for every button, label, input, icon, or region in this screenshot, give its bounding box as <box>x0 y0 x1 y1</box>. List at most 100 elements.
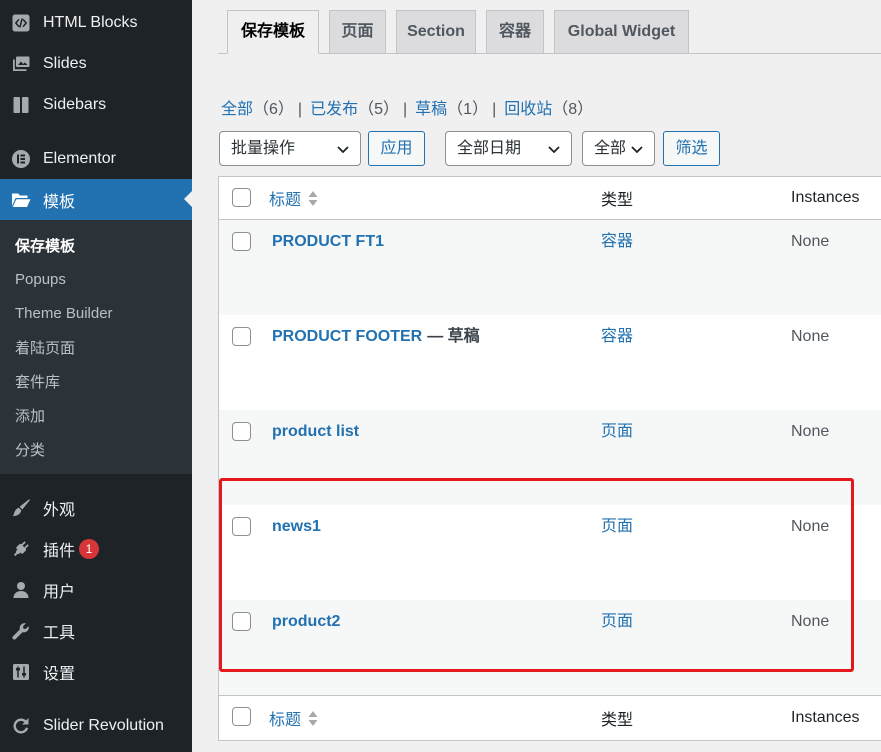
admin-sidebar: HTML Blocks Slides Sidebars Elementor 模板… <box>0 0 192 752</box>
menu-label: 用户 <box>43 583 76 601</box>
submenu-item-landing-pages[interactable]: 着陆页面 <box>0 330 192 364</box>
template-title-link[interactable]: PRODUCT FT1 <box>272 233 384 250</box>
table-header: 标题 类型 Instances <box>219 177 881 220</box>
template-type-link[interactable]: 容器 <box>601 231 633 253</box>
submenu-item-categories[interactable]: 分类 <box>0 432 192 466</box>
submenu-item-add-new[interactable]: 添加 <box>0 398 192 432</box>
folder-open-icon <box>11 190 31 210</box>
sort-icon <box>308 190 318 206</box>
main-content: 保存模板 页面 Section 容器 Global Widget 全部（6） | 已… <box>192 0 881 752</box>
row-checkbox[interactable] <box>232 327 251 346</box>
sort-icon <box>308 710 318 726</box>
view-separator: | <box>297 101 303 118</box>
view-count: （6） <box>253 101 294 118</box>
submenu-item-saved-templates[interactable]: 保存模板 <box>0 228 192 262</box>
view-count: （1） <box>447 101 489 118</box>
template-instances: None <box>791 233 830 250</box>
bulk-action-value: 批量操作 <box>231 140 296 157</box>
template-instances: None <box>791 423 830 440</box>
submenu-item-popups[interactable]: Popups <box>0 262 192 296</box>
view-count: （8） <box>552 101 594 118</box>
type-filter-select[interactable]: 全部 <box>582 131 655 166</box>
menu-label: Slider Revolution <box>43 716 164 734</box>
tab-global-widget[interactable]: Global Widget <box>554 10 689 54</box>
tab-pages[interactable]: 页面 <box>329 10 386 54</box>
menu-item-users[interactable]: 用户 <box>0 569 192 610</box>
menu-label: 插件 <box>43 542 76 560</box>
status-views: 全部（6） | 已发布（5） | 草稿（1） | 回收站（8） <box>221 99 593 121</box>
view-drafts-link[interactable]: 草稿（1） <box>415 101 488 118</box>
bulk-action-select[interactable]: 批量操作 <box>219 131 361 166</box>
template-title-link[interactable]: product list <box>272 423 359 440</box>
wrench-icon <box>11 621 31 641</box>
date-filter-value: 全部日期 <box>457 140 522 157</box>
template-type-link[interactable]: 容器 <box>601 326 633 348</box>
type-filter-value: 全部 <box>594 140 627 157</box>
menu-item-slides[interactable]: Slides <box>0 43 192 84</box>
current-menu-arrow <box>176 191 192 207</box>
column-title-label: 标题 <box>269 712 302 729</box>
menu-separator <box>0 692 192 705</box>
template-type-tabs: 保存模板 页面 Section 容器 Global Widget <box>218 10 881 54</box>
tab-section[interactable]: Section <box>396 10 476 54</box>
menu-item-settings[interactable]: 设置 <box>0 651 192 692</box>
row-checkbox[interactable] <box>232 422 251 441</box>
view-separator: | <box>403 101 408 118</box>
row-title: PRODUCT FT1 <box>272 231 384 253</box>
highlight-annotation-box <box>219 478 854 672</box>
column-title-sort[interactable]: 标题 <box>269 177 318 219</box>
user-icon <box>11 580 31 600</box>
view-all-link[interactable]: 全部（6） <box>221 101 294 118</box>
menu-item-templates[interactable]: 模板 <box>0 179 192 220</box>
view-count: （5） <box>358 101 399 118</box>
submenu-item-kit-library[interactable]: 套件库 <box>0 364 192 398</box>
view-label: 草稿 <box>415 101 448 118</box>
table-footer: 标题 类型 Instances <box>219 695 881 740</box>
menu-separator <box>0 474 192 487</box>
view-trash-link[interactable]: 回收站（8） <box>504 101 593 118</box>
column-instances-label: Instances <box>791 189 860 206</box>
template-type-link[interactable]: 页面 <box>601 421 633 443</box>
tab-saved-templates[interactable]: 保存模板 <box>227 10 319 54</box>
menu-label: HTML Blocks <box>43 13 138 31</box>
menu-item-sidebars[interactable]: Sidebars <box>0 84 192 125</box>
table-row: PRODUCT FOOTER — 草稿 容器 None <box>219 315 881 410</box>
paintbrush-icon <box>11 498 31 518</box>
column-type-label: 类型 <box>601 712 634 729</box>
menu-item-tools[interactable]: 工具 <box>0 610 192 651</box>
menu-item-plugins[interactable]: 插件 1 <box>0 528 192 569</box>
chevron-down-icon <box>631 146 643 154</box>
template-title-link[interactable]: PRODUCT FOOTER <box>272 328 422 345</box>
menu-item-appearance[interactable]: 外观 <box>0 487 192 528</box>
elementor-icon <box>11 149 31 169</box>
filter-button[interactable]: 筛选 <box>663 131 720 166</box>
select-all-checkbox[interactable] <box>232 188 251 207</box>
menu-item-slider-revolution[interactable]: Slider Revolution <box>0 705 192 746</box>
column-instances-label: Instances <box>791 709 860 726</box>
submenu-item-theme-builder[interactable]: Theme Builder <box>0 296 192 330</box>
date-filter-select[interactable]: 全部日期 <box>445 131 572 166</box>
row-checkbox[interactable] <box>232 232 251 251</box>
row-title: PRODUCT FOOTER — 草稿 <box>272 326 480 348</box>
columns-icon <box>11 95 31 115</box>
update-count-badge: 1 <box>79 538 100 559</box>
apply-button[interactable]: 应用 <box>368 131 425 166</box>
column-title-sort[interactable]: 标题 <box>269 696 318 740</box>
menu-label: 模板 <box>43 193 76 211</box>
menu-label: Sidebars <box>43 95 107 113</box>
template-instances: None <box>791 328 830 345</box>
row-title: product list <box>272 421 359 443</box>
tab-container[interactable]: 容器 <box>486 10 544 54</box>
menu-item-html-blocks[interactable]: HTML Blocks <box>0 2 192 43</box>
menu-item-elementor[interactable]: Elementor <box>0 138 192 179</box>
chevron-down-icon <box>337 146 349 154</box>
chevron-down-icon <box>548 146 560 154</box>
images-icon <box>11 54 31 74</box>
settings-icon <box>11 662 31 682</box>
select-all-checkbox-footer[interactable] <box>232 707 251 726</box>
slider-revolution-icon <box>11 716 31 736</box>
view-published-link[interactable]: 已发布（5） <box>310 101 399 118</box>
menu-separator <box>0 125 192 138</box>
menu-label: 设置 <box>43 665 76 683</box>
view-separator: | <box>492 101 497 118</box>
